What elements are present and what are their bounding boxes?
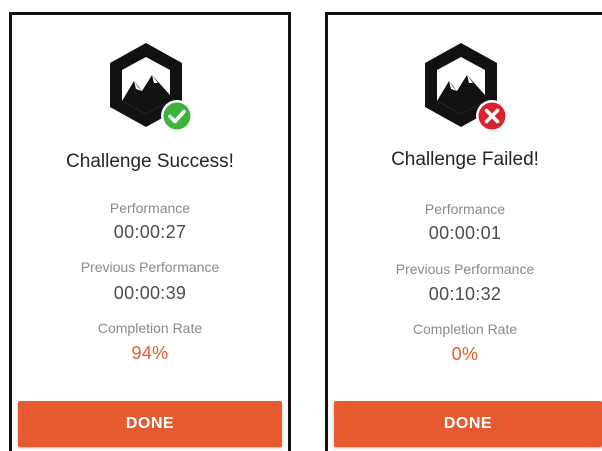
result-title: Challenge Success!: [66, 151, 234, 172]
completion-rate-value: 0%: [451, 344, 479, 364]
challenge-success-card: Challenge Success! Performance 00:00:27 …: [9, 12, 291, 451]
checkmark-icon: [161, 100, 193, 132]
challenge-failed-card: Challenge Failed! Performance 00:00:01 P…: [325, 12, 602, 451]
performance-value: 00:00:01: [428, 223, 502, 243]
performance-label: Performance: [109, 200, 191, 216]
done-button[interactable]: DONE: [18, 401, 282, 447]
completion-rate-value: 94%: [131, 343, 169, 363]
performance-label: Performance: [424, 201, 506, 217]
previous-performance-value: 00:00:39: [113, 283, 187, 303]
x-mark-icon: [476, 100, 508, 132]
results-screen: Challenge Success! Performance 00:00:27 …: [0, 0, 602, 451]
mountain-logo-icon: [102, 37, 198, 137]
performance-value: 00:00:27: [113, 222, 187, 242]
completion-rate-label: Completion Rate: [97, 320, 203, 336]
result-title: Challenge Failed!: [391, 149, 539, 170]
previous-performance-value: 00:10:32: [428, 284, 502, 304]
done-button[interactable]: DONE: [334, 401, 602, 447]
previous-performance-label: Previous Performance: [80, 259, 220, 275]
mountain-logo-icon: [417, 37, 513, 137]
completion-rate-label: Completion Rate: [412, 321, 518, 337]
previous-performance-label: Previous Performance: [395, 261, 535, 277]
